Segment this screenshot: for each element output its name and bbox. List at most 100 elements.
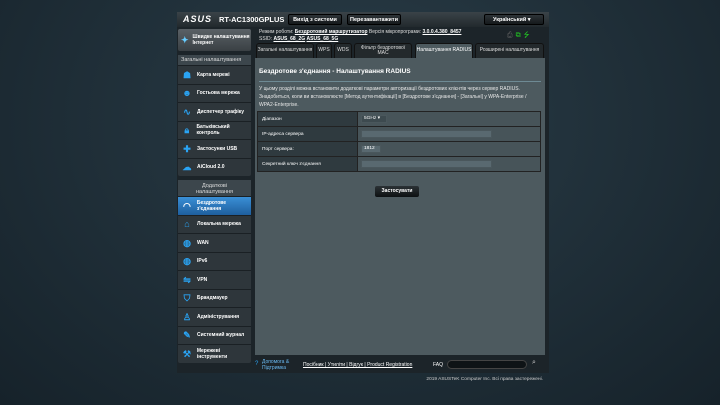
sidebar-item-admin[interactable]: ♙ Адміністрування [178,307,251,326]
secret-input[interactable] [361,160,492,168]
model-name: RT-AC1300GPLUS [219,15,285,24]
log-icon: ✎ [183,330,191,341]
item-label: Гостьова мережа [197,90,240,97]
help-icon: ? [255,361,259,367]
ssid-5-link[interactable]: ASUS_68_5G [307,36,339,42]
vpn-icon: ⇋ [183,274,191,285]
item-label: Адміністрування [197,313,240,320]
status-icons[interactable]: ⎙⧉⭍ [507,31,532,42]
item-label: VPN [197,276,208,283]
sidebar-item-vpn[interactable]: ⇋ VPN [178,270,251,289]
page-title: Бездротове з'єднання - Налаштування RADI… [259,68,411,75]
puzzle-icon: ✚ [183,143,191,154]
apply-button[interactable]: Застосувати [375,186,419,197]
item-label: Диспетчер трафіку [197,108,245,115]
tab-wps[interactable]: WPS [316,43,332,58]
top-bar: ASUS RT-AC1300GPLUS Вихід з системи Пере… [177,12,549,27]
mode-info: Режим роботи: Бездротовий маршрутизатор … [259,29,461,35]
tab-radius[interactable]: Налаштування RADIUS [415,43,473,58]
sidebar-item-usb[interactable]: ✚ Застосунки USB [178,139,251,158]
sidebar-item-network-map[interactable]: ☗ Карта мережі [178,65,251,84]
home-icon: ⌂ [184,219,190,230]
network-status-icon[interactable]: ⧉ [516,32,524,39]
footer-links[interactable]: Посібник | Утиліти | Відгук | Product Re… [303,362,412,368]
search-icon[interactable]: ⌕ [532,359,536,367]
band-select[interactable]: 5GHz ▾ [361,115,387,123]
tab-wds[interactable]: WDS [334,43,352,58]
admin-icon: ♙ [182,311,192,322]
wifi-icon: ◠ [182,200,191,211]
sidebar-item-ipv6[interactable]: ◍ IPv6 [178,251,251,271]
server-port-label: Порт сервера: [257,141,358,157]
shield-icon: ⛉ [183,293,191,304]
table-row: Діапазон 5GHz ▾ [257,111,541,127]
qis-label: Швидке налаштування Інтернет [192,34,250,46]
page-description: У цьому розділі можна встановити додатко… [259,86,527,108]
sidebar-item-firewall[interactable]: ⛉ Брандмауер [178,288,251,308]
sidebar-item-lan[interactable]: ⌂ Локальна мережа [178,214,251,234]
sidebar: ✦ Швидке налаштування Інтернет Загальні н… [178,29,251,367]
mode-label: Режим роботи: [259,29,294,35]
server-ip-input[interactable] [361,130,492,138]
ssid-24-link[interactable]: ASUS_68_2G [273,36,305,42]
faq-search-input[interactable] [447,360,527,369]
footer: ? Допомога & Підтримка Посібник | Утиліт… [255,358,545,372]
printer-icon[interactable]: ⎙ [507,32,516,39]
reboot-button[interactable]: Перезавантажити [347,14,401,25]
lock-icon: 🔒︎ [184,125,190,136]
table-row: IP-адреса сервера [257,126,541,142]
advanced-heading: Додаткові налаштування [178,180,251,196]
item-label: Застосунки USB [197,145,238,152]
traffic-icon: ∿ [183,106,191,117]
item-label: Локальна мережа [197,221,241,228]
copyright: 2019 ASUSTeK Computer Inc. Всі права зас… [426,377,543,382]
faq-label: FAQ [433,362,444,368]
quick-setup-button[interactable]: ✦ Швидке налаштування Інтернет [178,29,251,51]
table-row: Порт сервера: 1812 [257,141,541,157]
help-support-link[interactable]: Допомога & Підтримка [262,359,298,371]
sidebar-item-traffic[interactable]: ∿ Диспетчер трафіку [178,102,251,121]
general-heading: Загальні налаштування [178,55,251,65]
fw-link[interactable]: 3.0.0.4.380_8457 [422,29,461,35]
asus-logo: ASUS [183,14,213,24]
tab-mac-filter[interactable]: Фільтр бездротової MAC [354,43,412,58]
sidebar-item-wireless[interactable]: ◠ Бездротове з'єднання [178,196,251,215]
radius-settings-table: Діапазон 5GHz ▾ IP-адреса сервера Порт се… [257,111,541,172]
server-port-input[interactable]: 1812 [361,145,381,153]
sidebar-item-tools[interactable]: ⚒ Мережеві інструменти [178,344,251,363]
ssid-label: SSID: [259,36,273,42]
tab-general[interactable]: Загальні налаштування [256,43,314,58]
general-group: Загальні налаштування ☗ Карта мережі ☻ Гос… [178,55,251,176]
server-ip-label: IP-адреса сервера [257,126,358,142]
cloud-icon: ☁ [182,162,192,173]
router-frame: ASUS RT-AC1300GPLUS Вихід з системи Пере… [177,12,549,373]
mode-link[interactable]: Бездротовий маршрутизатор [295,29,368,35]
fw-label: Версія мікропрограми: [368,29,422,35]
tab-advanced[interactable]: Розширені налаштування [475,43,544,58]
item-label: WAN [197,239,209,246]
language-select[interactable]: Український ▾ [484,14,544,25]
band-label: Діапазон [257,111,358,127]
item-label: Брандмауер [197,295,228,302]
table-row: Секретний ключ з'єднання [257,156,541,172]
secret-label: Секретний ключ з'єднання [257,156,358,172]
ssid-info: SSID: ASUS_68_2G ASUS_68_5G [259,36,338,42]
language-value: Український [493,17,527,23]
item-label: IPv6 [197,258,208,265]
globe-icon: ◍ [183,237,191,248]
item-label: Батьківський контроль [196,124,230,137]
network-map-icon: ☗ [182,69,192,80]
logout-button[interactable]: Вихід з системи [288,14,342,25]
sidebar-item-aicloud[interactable]: ☁ AiCloud 2.0 [178,157,251,177]
sidebar-item-parental[interactable]: 🔒︎ Батьківський контроль [178,120,251,140]
sidebar-item-guest-network[interactable]: ☻ Гостьова мережа [178,83,251,103]
guest-network-icon: ☻ [182,88,192,99]
item-label: AiCloud 2.0 [197,164,225,171]
item-label: Мережеві інструменти [196,347,228,360]
tools-icon: ⚒ [182,348,191,359]
sidebar-item-syslog[interactable]: ✎ Системний журнал [178,325,251,345]
sidebar-item-wan[interactable]: ◍ WAN [178,233,251,252]
usb-icon[interactable]: ⭍ [524,32,533,39]
wand-icon: ✦ [181,34,189,45]
divider [259,81,541,82]
